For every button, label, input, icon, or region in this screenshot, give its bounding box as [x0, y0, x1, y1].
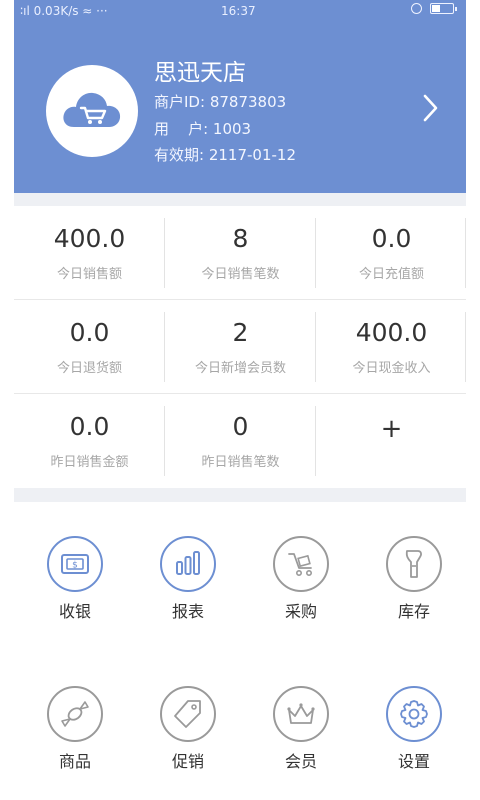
merchant-id-value: 87873803: [209, 93, 287, 111]
merchant-id-line: 商户ID: 87873803: [154, 91, 286, 112]
menu-label: 收银: [58, 602, 91, 621]
purchase-cart-icon: [273, 536, 329, 592]
stat-label: 今日现金收入: [352, 361, 431, 376]
stat-value: 400.0: [53, 224, 126, 253]
stat-today-cash-income[interactable]: 400.0 今日现金收入: [316, 300, 467, 393]
merchant-id-label: 商户ID:: [154, 93, 206, 111]
user-line: 用 户: 1003: [154, 118, 251, 139]
cashier-icon: $: [47, 536, 103, 592]
home-screen: ∶ıl 0.03K/s ≈ ··· 16:37 思迅天店 商户ID: 87873…: [14, 0, 480, 800]
chevron-right-icon[interactable]: [417, 90, 443, 126]
alarm-icon: [411, 3, 422, 14]
status-icons: [411, 3, 457, 14]
member-crown-icon: [273, 686, 329, 742]
network-status: ∶ıl 0.03K/s ≈ ···: [20, 4, 108, 18]
stat-today-new-members[interactable]: 2 今日新增会员数: [165, 300, 316, 393]
promotion-tag-icon: [160, 686, 216, 742]
stat-label: 昨日销售金额: [50, 455, 129, 470]
settings-gear-icon: [386, 686, 442, 742]
stat-value: 0: [232, 412, 249, 441]
stat-value: 400.0: [355, 318, 428, 347]
menu-label: 库存: [397, 602, 430, 621]
stat-value: 0.0: [69, 412, 110, 441]
menu-label: 促销: [171, 752, 204, 771]
menu-label: 报表: [171, 602, 204, 621]
report-icon: [160, 536, 216, 592]
valid-period-label: 有效期:: [154, 146, 205, 164]
stat-yesterday-sales[interactable]: 0.0 昨日销售金额: [14, 394, 165, 487]
clock: 16:37: [221, 4, 256, 18]
user-label: 用 户:: [154, 120, 209, 138]
stat-today-recharge[interactable]: 0.0 今日充值额: [316, 206, 467, 299]
stat-label: 今日退货额: [56, 361, 122, 376]
stat-value: 2: [232, 318, 249, 347]
stat-label: 今日充值额: [358, 267, 424, 282]
status-bar: ∶ıl 0.03K/s ≈ ··· 16:37: [14, 0, 466, 22]
inventory-icon: [386, 536, 442, 592]
shop-logo: [46, 65, 138, 157]
battery-icon: [430, 3, 457, 14]
svg-text:$: $: [72, 561, 78, 571]
menu-label: 会员: [284, 752, 317, 771]
stat-today-sales[interactable]: 400.0 今日销售额: [14, 206, 165, 299]
stat-label: 今日新增会员数: [194, 361, 286, 376]
stat-label: 昨日销售笔数: [201, 455, 280, 470]
valid-period-value: 2117-01-12: [208, 146, 297, 164]
valid-period-line: 有效期: 2117-01-12: [154, 144, 296, 165]
shop-header[interactable]: ∶ıl 0.03K/s ≈ ··· 16:37 思迅天店 商户ID: 87873…: [14, 0, 466, 193]
goods-candy-icon: [47, 686, 103, 742]
shop-name: 思迅天店: [154, 60, 246, 86]
stat-today-refunds[interactable]: 0.0 今日退货额: [14, 300, 165, 393]
stat-label: 今日销售额: [56, 267, 122, 282]
stat-value: 0.0: [69, 318, 110, 347]
menu-label: 采购: [284, 602, 317, 621]
cloud-cart-icon: [63, 92, 121, 127]
add-stat-button[interactable]: +: [316, 394, 467, 487]
user-value: 1003: [212, 120, 252, 138]
stat-today-orders[interactable]: 8 今日销售笔数: [165, 206, 316, 299]
plus-icon: +: [380, 414, 403, 444]
divider-strip: [14, 193, 466, 206]
stat-value: 8: [232, 224, 249, 253]
stat-value: 0.0: [371, 224, 412, 253]
menu-label: 商品: [58, 752, 91, 771]
stat-yesterday-orders[interactable]: 0 昨日销售笔数: [165, 394, 316, 487]
menu-label: 设置: [397, 752, 430, 771]
stat-label: 今日销售笔数: [201, 267, 280, 282]
divider-strip: [14, 488, 466, 502]
